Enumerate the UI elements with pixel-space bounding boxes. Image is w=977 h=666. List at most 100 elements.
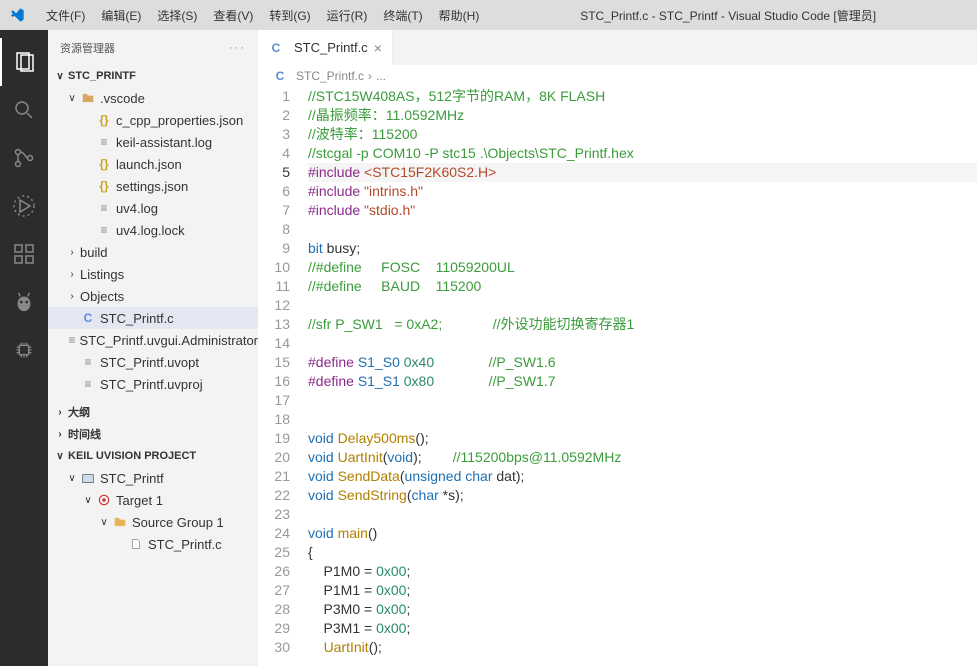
code-line[interactable]: P1M1 = 0x00; — [308, 581, 977, 600]
tree-label: STC_Printf.uvopt — [100, 355, 199, 370]
tree-row[interactable]: CSTC_Printf.c — [48, 307, 258, 329]
code-line[interactable]: //#define FOSC 11059200UL — [308, 258, 977, 277]
tree-row[interactable]: ≡STC_Printf.uvgui.Administrator — [48, 329, 258, 351]
tree-label: STC_Printf — [100, 471, 164, 486]
code-line[interactable]: void SendString(char *s); — [308, 486, 977, 505]
tree-label: STC_Printf.uvproj — [100, 377, 203, 392]
line-number: 19 — [258, 429, 290, 448]
menu-item[interactable]: 终端(T) — [375, 7, 430, 24]
code-line[interactable]: //STC15W408AS，512字节的RAM，8K FLASH — [308, 87, 977, 106]
code-line[interactable] — [308, 334, 977, 353]
editor-tabs: C STC_Printf.c × — [258, 30, 977, 65]
breadcrumb-sep: › — [368, 69, 372, 83]
scm-icon[interactable] — [0, 134, 48, 182]
project-section-header[interactable]: ∨STC_PRINTF — [48, 65, 258, 87]
explorer-icon[interactable] — [0, 38, 48, 86]
file-tree: ∨.vscode{}c_cpp_properties.json≡keil-ass… — [48, 87, 258, 395]
code-area[interactable]: 1234567891011121314151617181920212223242… — [258, 87, 977, 666]
timeline-section-header[interactable]: ›时间线 — [48, 423, 258, 445]
line-number: 22 — [258, 486, 290, 505]
debug-icon[interactable] — [0, 182, 48, 230]
tree-row[interactable]: {}settings.json — [48, 175, 258, 197]
code-line[interactable]: bit busy; — [308, 239, 977, 258]
tree-row[interactable]: ∨.vscode — [48, 87, 258, 109]
code-line[interactable]: P3M1 = 0x00; — [308, 619, 977, 638]
breadcrumb[interactable]: C STC_Printf.c › ... — [258, 65, 977, 87]
line-number: 5 — [258, 163, 290, 182]
menu-item[interactable]: 编辑(E) — [93, 7, 149, 24]
tree-label: uv4.log — [116, 201, 158, 216]
code-line[interactable]: { — [308, 543, 977, 562]
tree-row[interactable]: ∨Source Group 1 — [48, 511, 258, 533]
tree-row[interactable]: ›Objects — [48, 285, 258, 307]
code-line[interactable] — [308, 505, 977, 524]
sidebar-title: 资源管理器 — [60, 40, 115, 56]
tree-row[interactable]: ≡STC_Printf.uvopt — [48, 351, 258, 373]
menu-item[interactable]: 查看(V) — [205, 7, 261, 24]
code-line[interactable]: #include <STC15F2K60S2.H> — [308, 163, 977, 182]
pio-icon[interactable] — [0, 278, 48, 326]
close-icon[interactable]: × — [374, 40, 382, 56]
tree-row[interactable]: {}c_cpp_properties.json — [48, 109, 258, 131]
tree-label: uv4.log.lock — [116, 223, 185, 238]
tree-row[interactable]: ≡STC_Printf.uvproj — [48, 373, 258, 395]
line-number: 6 — [258, 182, 290, 201]
tree-row[interactable]: ≡uv4.log — [48, 197, 258, 219]
code-line[interactable] — [308, 220, 977, 239]
code-line[interactable]: P3M0 = 0x00; — [308, 600, 977, 619]
tree-row[interactable]: ∨ STC_Printf — [48, 467, 258, 489]
code-line[interactable]: UartInit(); — [308, 638, 977, 657]
tree-label: STC_Printf.c — [100, 311, 174, 326]
line-gutter: 1234567891011121314151617181920212223242… — [258, 87, 308, 666]
code-line[interactable]: void Delay500ms(); — [308, 429, 977, 448]
code-line[interactable]: #include "stdio.h" — [308, 201, 977, 220]
code-line[interactable]: void SendData(unsigned char dat); — [308, 467, 977, 486]
code-line[interactable]: void UartInit(void); //115200bps@11.0592… — [308, 448, 977, 467]
code-line[interactable]: //stcgal -p COM10 -P stc15 .\Objects\STC… — [308, 144, 977, 163]
keil-project-icon — [80, 470, 96, 486]
tree-row[interactable]: ≡keil-assistant.log — [48, 131, 258, 153]
line-number: 13 — [258, 315, 290, 334]
sidebar: 资源管理器 ··· ∨STC_PRINTF ∨.vscode{}c_cpp_pr… — [48, 30, 258, 666]
code-line[interactable]: //波特率：115200 — [308, 125, 977, 144]
code-line[interactable]: #include "intrins.h" — [308, 182, 977, 201]
menu-item[interactable]: 选择(S) — [149, 7, 205, 24]
code-line[interactable] — [308, 296, 977, 315]
code-line[interactable]: void main() — [308, 524, 977, 543]
code-line[interactable]: #define S1_S0 0x40 //P_SW1.6 — [308, 353, 977, 372]
menu-item[interactable]: 帮助(H) — [431, 7, 488, 24]
keil-tree: ∨ STC_Printf∨Target 1∨Source Group 1STC_… — [48, 467, 258, 555]
tree-row[interactable]: ›build — [48, 241, 258, 263]
chevron-icon: ∨ — [64, 93, 80, 104]
extensions-icon[interactable] — [0, 230, 48, 278]
code-line[interactable]: //#define BAUD 115200 — [308, 277, 977, 296]
tree-row[interactable]: ∨Target 1 — [48, 489, 258, 511]
code-line[interactable] — [308, 410, 977, 429]
line-number: 10 — [258, 258, 290, 277]
tree-row[interactable]: STC_Printf.c — [48, 533, 258, 555]
line-number: 25 — [258, 543, 290, 562]
code-line[interactable]: //晶振频率：11.0592MHz — [308, 106, 977, 125]
menu-item[interactable]: 转到(G) — [261, 7, 318, 24]
tree-row[interactable]: ›Listings — [48, 263, 258, 285]
more-icon[interactable]: ··· — [229, 42, 246, 54]
file-icon: ≡ — [96, 134, 112, 150]
menu-item[interactable]: 文件(F) — [38, 7, 93, 24]
outline-section-header[interactable]: ›大纲 — [48, 401, 258, 423]
line-number: 2 — [258, 106, 290, 125]
code-line[interactable] — [308, 391, 977, 410]
tab-stc-printf[interactable]: C STC_Printf.c × — [258, 30, 393, 65]
chip-icon[interactable] — [0, 326, 48, 374]
chevron-icon: ∨ — [96, 517, 112, 528]
code-line[interactable]: //sfr P_SW1 = 0xA2; //外设功能切换寄存器1 — [308, 315, 977, 334]
code-line[interactable]: P1M0 = 0x00; — [308, 562, 977, 581]
tree-row[interactable]: ≡uv4.log.lock — [48, 219, 258, 241]
keil-section-header[interactable]: ∨KEIL UVISION PROJECT — [48, 445, 258, 467]
search-icon[interactable] — [0, 86, 48, 134]
line-number: 4 — [258, 144, 290, 163]
menu-item[interactable]: 运行(R) — [319, 7, 376, 24]
line-number: 17 — [258, 391, 290, 410]
tree-row[interactable]: {}launch.json — [48, 153, 258, 175]
code-line[interactable]: #define S1_S1 0x80 //P_SW1.7 — [308, 372, 977, 391]
code-content[interactable]: //STC15W408AS，512字节的RAM，8K FLASH//晶振频率：1… — [308, 87, 977, 666]
